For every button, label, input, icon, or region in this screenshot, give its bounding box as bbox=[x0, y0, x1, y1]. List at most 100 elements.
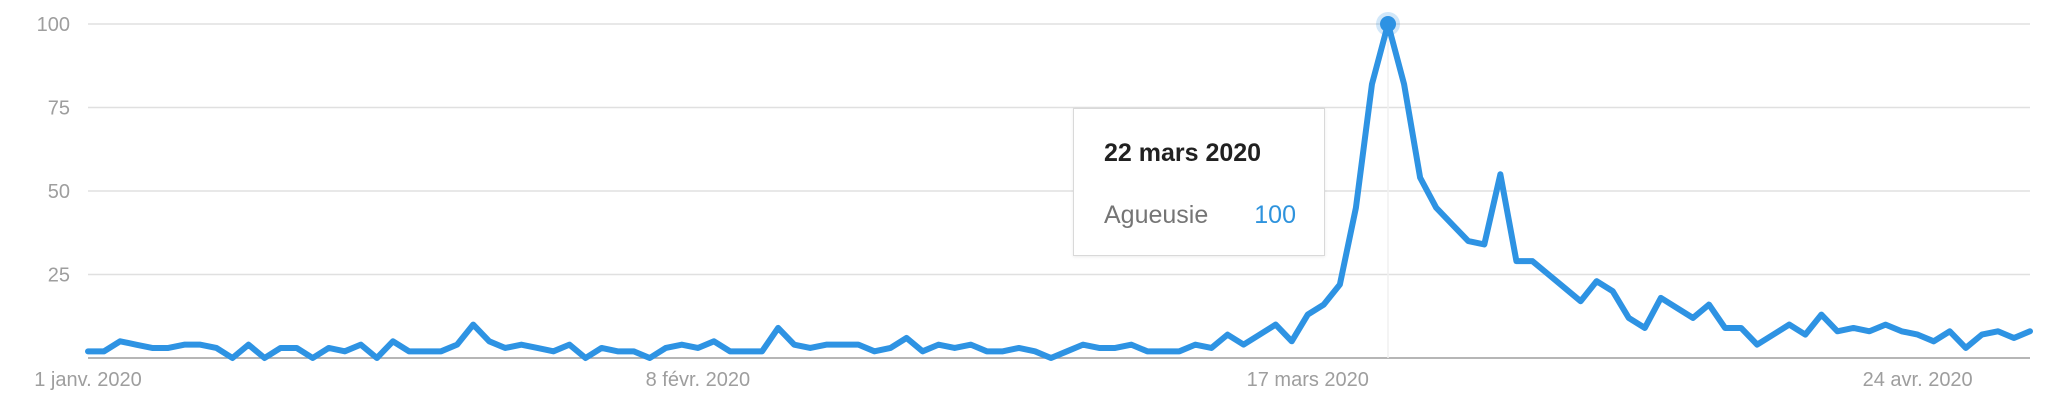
data-point-0 bbox=[87, 351, 89, 353]
data-point-66 bbox=[1146, 351, 1148, 353]
data-point-84 bbox=[1435, 207, 1437, 209]
data-point-88 bbox=[1500, 174, 1502, 176]
data-point-83 bbox=[1419, 177, 1421, 179]
data-point-49 bbox=[874, 351, 876, 353]
tooltip-date: 22 mars 2020 bbox=[1104, 139, 1262, 167]
data-point-19 bbox=[392, 341, 394, 343]
data-point-115 bbox=[1933, 341, 1935, 343]
data-point-11 bbox=[264, 357, 266, 359]
x-tick-label-1: 8 févr. 2020 bbox=[646, 369, 751, 391]
data-point-50 bbox=[890, 347, 892, 349]
data-point-65 bbox=[1130, 344, 1132, 346]
data-point-29 bbox=[553, 351, 555, 353]
trend-chart: 100 75 50 25 1 janv. 2020 8 févr. 2020 17 mars… bbox=[0, 0, 2058, 404]
data-point-17 bbox=[360, 344, 362, 346]
data-point-104 bbox=[1756, 344, 1758, 346]
data-point-121 bbox=[2029, 330, 2031, 332]
data-point-90 bbox=[1532, 260, 1534, 262]
y-tick-label-75: 75 bbox=[48, 98, 70, 120]
y-tick-label-50: 50 bbox=[48, 181, 70, 203]
data-point-87 bbox=[1484, 244, 1486, 246]
data-point-86 bbox=[1467, 240, 1469, 242]
data-point-91 bbox=[1548, 274, 1550, 276]
data-point-108 bbox=[1821, 314, 1823, 316]
data-point-6 bbox=[183, 344, 185, 346]
data-point-77 bbox=[1323, 304, 1325, 306]
data-point-42 bbox=[761, 351, 763, 353]
data-point-70 bbox=[1211, 347, 1213, 349]
data-point-116 bbox=[1949, 330, 1951, 332]
data-point-61 bbox=[1066, 351, 1068, 353]
data-point-92 bbox=[1564, 287, 1566, 289]
data-point-63 bbox=[1098, 347, 1100, 349]
data-point-67 bbox=[1163, 351, 1165, 353]
data-point-111 bbox=[1869, 330, 1871, 332]
data-point-72 bbox=[1243, 344, 1245, 346]
data-point-99 bbox=[1676, 307, 1678, 309]
data-point-106 bbox=[1788, 324, 1790, 326]
data-point-18 bbox=[376, 357, 378, 359]
data-point-110 bbox=[1853, 327, 1855, 329]
data-point-59 bbox=[1034, 351, 1036, 353]
data-point-93 bbox=[1580, 300, 1582, 302]
data-point-20 bbox=[408, 351, 410, 353]
data-point-98 bbox=[1660, 297, 1662, 299]
data-point-12 bbox=[280, 347, 282, 349]
data-point-120 bbox=[2013, 337, 2015, 339]
data-point-54 bbox=[954, 347, 956, 349]
chart-svg: 100 75 50 25 1 janv. 2020 8 févr. 2020 17 mars… bbox=[34, 12, 2033, 391]
data-point-14 bbox=[312, 357, 314, 359]
data-point-82 bbox=[1403, 83, 1405, 85]
data-point-10 bbox=[248, 344, 250, 346]
data-point-5 bbox=[167, 347, 169, 349]
data-point-96 bbox=[1628, 317, 1630, 319]
data-point-25 bbox=[488, 341, 490, 343]
data-point-101 bbox=[1708, 304, 1710, 306]
data-point-97 bbox=[1644, 327, 1646, 329]
data-point-113 bbox=[1901, 330, 1903, 332]
data-point-89 bbox=[1516, 260, 1518, 262]
data-point-1 bbox=[103, 351, 105, 353]
data-point-22 bbox=[440, 351, 442, 353]
data-point-64 bbox=[1114, 347, 1116, 349]
data-point-71 bbox=[1227, 334, 1229, 336]
data-point-58 bbox=[1018, 347, 1020, 349]
data-point-51 bbox=[906, 337, 908, 339]
data-point-33 bbox=[617, 351, 619, 353]
data-point-79 bbox=[1355, 207, 1357, 209]
data-point-117 bbox=[1965, 347, 1967, 349]
data-point-75 bbox=[1291, 341, 1293, 343]
data-point-56 bbox=[986, 351, 988, 353]
data-point-45 bbox=[809, 347, 811, 349]
data-point-23 bbox=[456, 344, 458, 346]
data-point-41 bbox=[745, 351, 747, 353]
highlighted-point-halo bbox=[1376, 12, 1401, 36]
data-point-55 bbox=[970, 344, 972, 346]
data-point-38 bbox=[697, 347, 699, 349]
data-point-34 bbox=[633, 351, 635, 353]
tooltip-value: 100 bbox=[1254, 201, 1296, 229]
data-point-60 bbox=[1050, 357, 1052, 359]
data-point-24 bbox=[472, 324, 474, 326]
data-point-76 bbox=[1307, 314, 1309, 316]
data-point-53 bbox=[938, 344, 940, 346]
data-point-78 bbox=[1339, 284, 1341, 286]
data-point-36 bbox=[665, 347, 667, 349]
data-point-80 bbox=[1371, 83, 1373, 85]
data-point-28 bbox=[537, 347, 539, 349]
data-point-62 bbox=[1082, 344, 1084, 346]
data-point-102 bbox=[1724, 327, 1726, 329]
data-point-37 bbox=[681, 344, 683, 346]
data-point-44 bbox=[793, 344, 795, 346]
data-point-57 bbox=[1002, 351, 1004, 353]
data-point-30 bbox=[569, 344, 571, 346]
data-point-105 bbox=[1772, 334, 1774, 336]
data-point-21 bbox=[424, 351, 426, 353]
data-point-16 bbox=[344, 351, 346, 353]
data-point-69 bbox=[1195, 344, 1197, 346]
y-tick-label-100: 100 bbox=[37, 14, 70, 36]
data-point-112 bbox=[1885, 324, 1887, 326]
y-tick-label-25: 25 bbox=[48, 265, 70, 287]
data-point-85 bbox=[1451, 224, 1453, 226]
data-point-107 bbox=[1805, 334, 1807, 336]
